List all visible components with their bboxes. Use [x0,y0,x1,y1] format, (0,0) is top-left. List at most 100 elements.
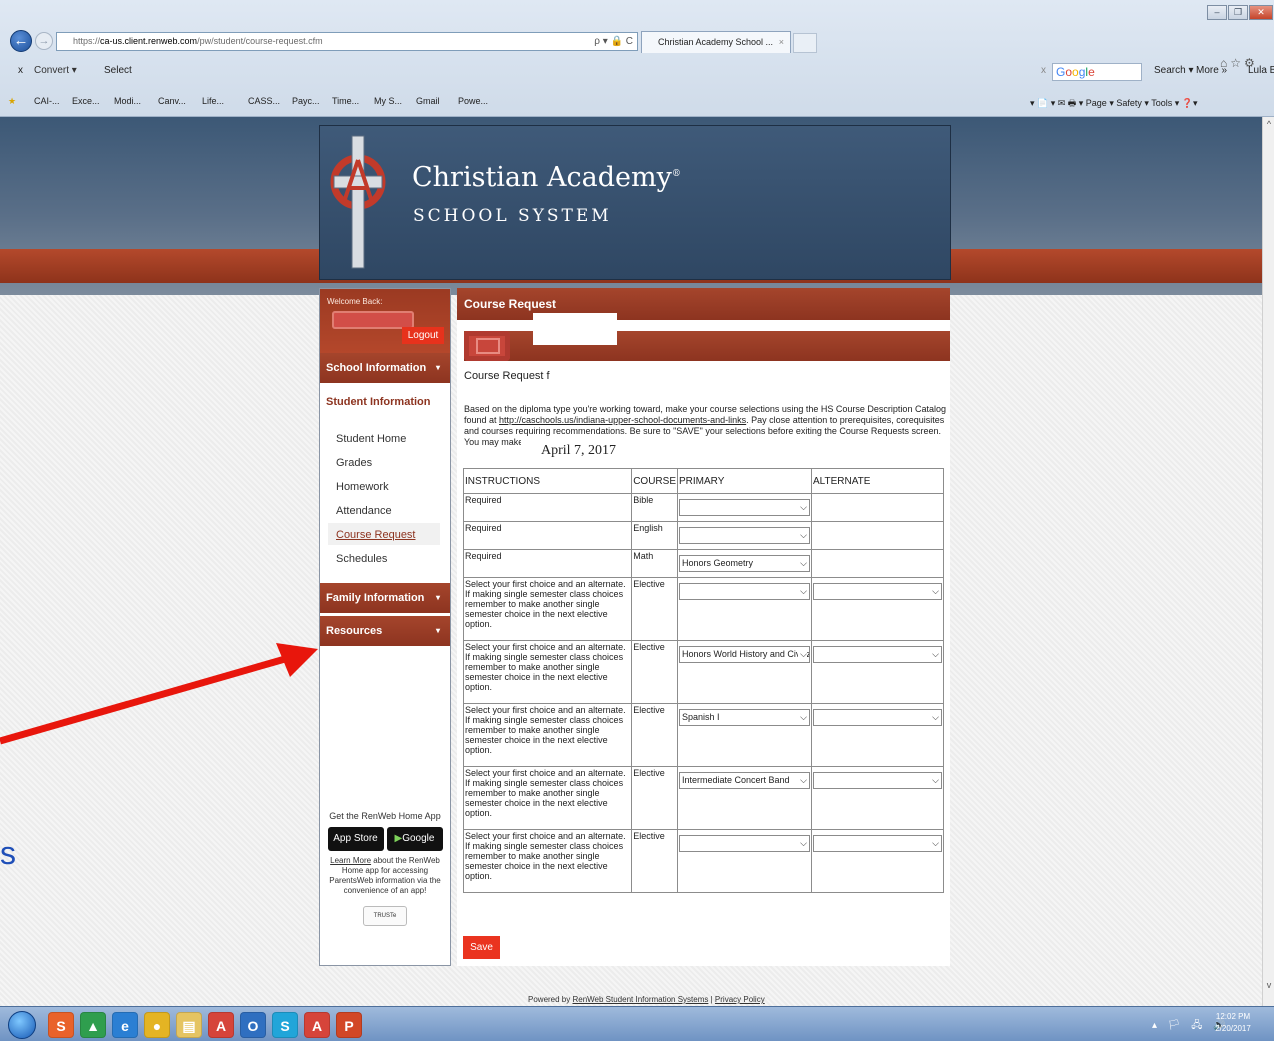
primary-course-select[interactable]: ⌵ [679,583,810,600]
favorite-link[interactable]: Time... [332,96,359,106]
back-button[interactable]: ← [10,30,32,52]
convert-button[interactable]: Convert ▾ [34,65,77,76]
favorite-link[interactable]: Exce... [72,96,100,106]
primary-cell: Spanish I ⌵ [677,703,812,767]
sidebar-family-information[interactable]: Family Information ▾ [320,583,450,613]
sidebar-item-student-home[interactable]: Student Home [336,433,406,445]
sidebar-heading-label: Resources [326,625,383,637]
alternate-course-select[interactable]: ⌵ [813,835,942,852]
chevron-down-icon: ⌵ [798,836,807,851]
google-play-badge[interactable]: ▶Google play [386,827,443,868]
sidebar-school-information[interactable]: School Information ▾ [320,353,450,383]
file-explorer-icon[interactable]: ▤ [176,1012,202,1038]
windows-taskbar: S ▲ e ● ▤ A O S A P ▴ 🏳 🖧 🔊 12:02 PM 2/2… [0,1006,1274,1041]
sidebar-item-attendance[interactable]: Attendance [336,505,392,517]
google-search-box[interactable]: Google [1052,63,1142,81]
alternate-cell: ⌵ [811,577,944,641]
avatar-frame-icon [476,338,500,354]
acrobat-icon[interactable]: A [208,1012,234,1038]
sidebar-item-homework[interactable]: Homework [336,481,389,493]
vertical-scrollbar[interactable]: ^ v [1262,117,1274,1006]
chrome-icon[interactable]: ● [144,1012,170,1038]
address-bar[interactable]: https://ca-us.client.renweb.com/pw/stude… [56,32,638,51]
primary-course-select[interactable]: Intermediate Concert Band ⌵ [679,772,810,789]
instructions-cell: Required [462,549,633,578]
minimize-button[interactable]: – [1207,5,1227,20]
favorite-link[interactable]: Life... [202,96,224,106]
sidebar-item-schedules[interactable]: Schedules [336,553,387,565]
alternate-course-select[interactable]: ⌵ [813,583,942,600]
favorite-link[interactable]: My S... [374,96,402,106]
alternate-cell [811,493,944,522]
favorite-link[interactable]: Payc... [292,96,320,106]
sidebar-item-grades[interactable]: Grades [336,457,372,469]
google-close-icon[interactable]: x [1041,65,1046,76]
learn-more-link[interactable]: Learn More [330,856,371,865]
school-name-text: Christian Academy [412,162,672,193]
primary-course-select[interactable]: ⌵ [679,527,810,544]
address-controls[interactable]: ρ ▾ 🔒 C [594,33,633,50]
favorite-link[interactable]: CASS... [248,96,280,106]
chevron-down-icon: ⌵ [798,647,807,662]
scroll-down-icon[interactable]: v [1263,980,1274,990]
course-cell: Math [631,549,678,578]
tab-christian-academy[interactable]: Christian Academy School ... × [641,31,791,53]
forward-button[interactable]: → [35,32,53,50]
scroll-up-icon[interactable]: ^ [1263,119,1274,129]
favorite-link[interactable]: CAI-... [34,96,60,106]
internet-explorer-icon[interactable]: e [112,1012,138,1038]
catalog-link[interactable]: http://caschools.us/indiana-upper-school… [499,415,746,425]
table-row: Select your first choice and an alternat… [462,640,944,704]
save-button[interactable]: Save [463,936,500,959]
maximize-button[interactable]: ❐ [1228,5,1248,20]
toolbar-close-icon[interactable]: x [18,65,23,76]
select-button[interactable]: Select [104,65,132,76]
sidebar-resources[interactable]: Resources ▾ [320,616,450,646]
primary-course-select[interactable]: ⌵ [679,835,810,852]
learn-more-text: Learn More about the RenWeb Home app for… [320,856,450,896]
clock-date: 2/20/2017 [1215,1024,1251,1033]
favorite-link[interactable]: Canv... [158,96,186,106]
outlook-icon[interactable]: O [240,1012,266,1038]
table-row: Required English ⌵ [462,521,944,550]
ie-command-toolbar[interactable]: ▾ 📄 ▾ ✉ 🖶 ▾ Page ▾ Safety ▾ Tools ▾ ❓▾ [1030,96,1197,112]
renweb-link[interactable]: RenWeb Student Information Systems [572,995,708,1004]
favorite-link[interactable]: Modi... [114,96,141,106]
tab-close-icon[interactable]: × [779,32,784,52]
favorite-link[interactable]: Gmail [416,96,440,106]
sidebar-heading-label: School Information [326,362,427,374]
primary-cell: Honors Geometry ⌵ [677,549,812,578]
close-window-button[interactable]: ✕ [1249,5,1273,20]
alternate-course-select[interactable]: ⌵ [813,772,942,789]
sidebar-item-course-request[interactable]: Course Request [336,529,416,541]
truste-seal-icon[interactable]: TRUSTe [363,906,407,926]
app-icon-s[interactable]: S [48,1012,74,1038]
user-button[interactable]: Lula Be [1248,65,1274,76]
search-button[interactable]: Search ▾ [1154,65,1193,76]
instructions-cell: Select your first choice and an alternat… [462,829,633,893]
app-store-badge[interactable]: App Store [327,827,384,851]
primary-course-select[interactable]: Honors Geometry ⌵ [679,555,810,572]
new-tab-button[interactable] [793,33,817,53]
favorite-link[interactable]: Powe... [458,96,488,106]
logout-button[interactable]: Logout [402,327,444,344]
more-button[interactable]: More » [1196,65,1227,76]
url-scheme: https:// [73,36,101,46]
alternate-course-select[interactable]: ⌵ [813,709,942,726]
acrobat-reader-icon[interactable]: A [304,1012,330,1038]
privacy-policy-link[interactable]: Privacy Policy [715,995,765,1004]
primary-course-select[interactable]: Honors World History and Civiliza ⌵ [679,646,810,663]
primary-course-select[interactable]: Spanish I ⌵ [679,709,810,726]
skype-icon[interactable]: S [272,1012,298,1038]
system-clock[interactable]: 12:02 PM 2/20/2017 [1208,1011,1258,1035]
alternate-course-select[interactable]: ⌵ [813,646,942,663]
course-cell: Elective [631,577,678,641]
google-drive-icon[interactable]: ▲ [80,1012,106,1038]
start-button[interactable] [8,1011,36,1039]
sidebar-student-information[interactable]: Student Information [320,389,450,415]
favorites-star-icon[interactable]: ★ [8,96,16,107]
primary-course-select[interactable]: ⌵ [679,499,810,516]
chevron-down-icon: ⌵ [798,584,807,599]
powerpoint-icon[interactable]: P [336,1012,362,1038]
course-request-table: INSTRUCTIONS COURSE PRIMARY ALTERNATE Re… [462,468,944,893]
